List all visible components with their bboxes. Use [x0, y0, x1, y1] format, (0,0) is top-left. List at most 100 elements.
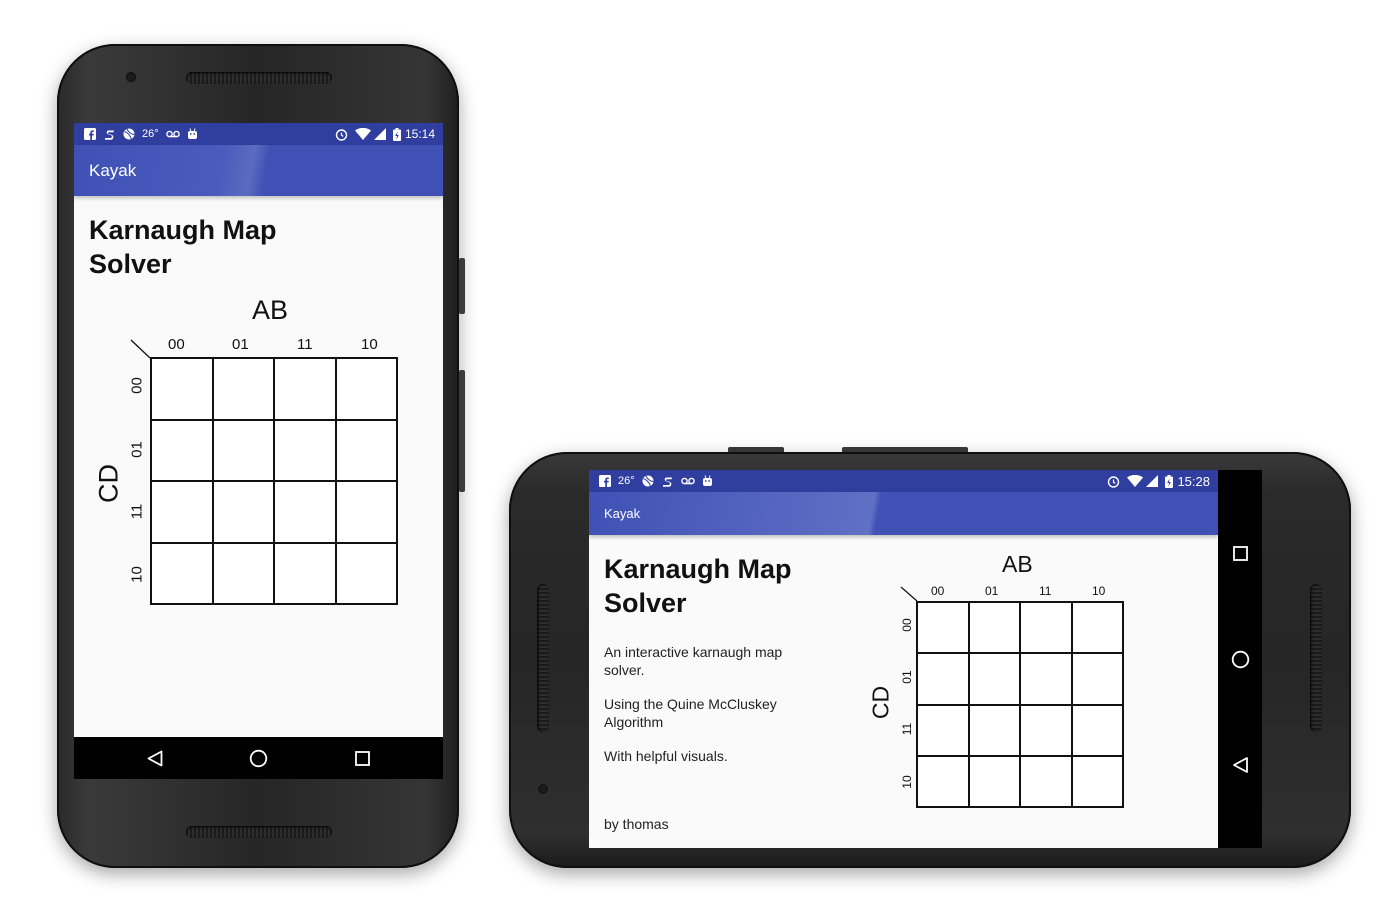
kmap-cell[interactable]: [1071, 653, 1123, 705]
home-icon[interactable]: [1231, 650, 1250, 669]
portrait-app-toolbar: Kayak: [74, 145, 443, 196]
kmap-col-label: 00: [168, 336, 185, 353]
kmap-row-label: 00: [128, 377, 146, 394]
kmap-row-label: 11: [128, 503, 146, 520]
app-title: Kayak: [604, 506, 641, 521]
kmap-cell[interactable]: [151, 481, 213, 543]
kmap-corner-divider: [130, 339, 151, 359]
page-title-line-2: Solver: [604, 587, 687, 618]
kmap-cell[interactable]: [968, 653, 1020, 705]
kmap-cell[interactable]: [968, 704, 1020, 756]
kmap-col-label: 01: [232, 336, 249, 353]
kmap-cell[interactable]: [1020, 653, 1072, 705]
kmap-column-variable: AB: [252, 295, 289, 325]
kmap-cell[interactable]: [1071, 602, 1123, 654]
kmap-row-label: 10: [128, 566, 146, 583]
status-time: 15:28: [1177, 473, 1210, 489]
recents-icon[interactable]: [355, 751, 370, 766]
kmap-cell[interactable]: [274, 481, 336, 543]
portrait-top-speaker: [186, 72, 332, 84]
kmap-cell[interactable]: [151, 542, 213, 604]
alarm-icon: [335, 128, 348, 141]
description-paragraph-2: Using the Quine McCluskey Algorithm: [604, 696, 777, 730]
kmap-cell[interactable]: [1071, 755, 1123, 807]
s-icon: [661, 475, 674, 488]
portrait-screen: 26° 15:14 Kayak Karnaugh Map Solver AB 0…: [74, 123, 443, 779]
ball-icon: [642, 475, 654, 487]
ball-icon: [123, 128, 135, 140]
s-icon: [103, 128, 116, 141]
signal-icon: [1146, 475, 1159, 487]
kmap-cell[interactable]: [274, 358, 336, 420]
kmap-row-label: 11: [900, 722, 914, 736]
kmap-col-label: 10: [361, 336, 378, 353]
portrait-volume-button: [459, 370, 465, 492]
portrait-power-button: [459, 258, 465, 314]
home-icon[interactable]: [249, 749, 268, 768]
kmap-cell[interactable]: [1020, 755, 1072, 807]
page-title: Karnaugh Map Solver: [89, 214, 277, 282]
kmap-cell[interactable]: [274, 542, 336, 604]
status-time: 15:14: [404, 127, 435, 141]
kmap-col-label: 11: [1039, 584, 1052, 598]
page-title-line-2: Solver: [89, 248, 172, 279]
signal-icon: [373, 128, 386, 140]
kmap-cell[interactable]: [968, 755, 1020, 807]
kmap-grid: [150, 357, 398, 605]
battery-charging-icon: [392, 127, 401, 141]
kmap-cell[interactable]: [274, 419, 336, 481]
kmap-cell[interactable]: [151, 358, 213, 420]
portrait-front-camera: [126, 72, 136, 82]
kmap-cell[interactable]: [335, 358, 397, 420]
kmap-cell[interactable]: [335, 542, 397, 604]
kmap-column-variable: AB: [1002, 551, 1033, 577]
kmap-cell[interactable]: [212, 481, 274, 543]
kmap-col-label: 01: [985, 584, 999, 598]
kmap-row-variable: CD: [93, 464, 124, 503]
facebook-icon: [599, 475, 611, 487]
kmap-cell[interactable]: [917, 704, 969, 756]
kmap-cell[interactable]: [212, 542, 274, 604]
alarm-icon: [1107, 475, 1120, 488]
kmap-corner-divider: [900, 586, 918, 602]
kmap-col-label: 11: [297, 336, 313, 353]
kmap-cell[interactable]: [151, 419, 213, 481]
kmap-cell[interactable]: [335, 481, 397, 543]
android-icon: [187, 128, 198, 140]
kmap-cell[interactable]: [212, 358, 274, 420]
back-icon[interactable]: [147, 750, 163, 767]
author-credit: by thomas: [604, 816, 669, 832]
kmap-col-label: 10: [1092, 584, 1106, 598]
voicemail-icon: [680, 477, 695, 485]
landscape-app-toolbar: Kayak: [589, 492, 1218, 535]
landscape-screen: 26° 15:28 Kayak Karnaugh Map Solver An i…: [589, 470, 1262, 848]
battery-charging-icon: [1165, 474, 1174, 488]
landscape-navigation-bar: [1218, 470, 1262, 848]
page-title-line-1: Karnaugh Map: [89, 215, 277, 245]
wifi-icon: [1127, 475, 1144, 487]
back-icon[interactable]: [1232, 757, 1249, 773]
kmap-cell[interactable]: [917, 755, 969, 807]
android-icon: [702, 475, 713, 487]
kmap-row-variable: CD: [867, 685, 894, 720]
kmap-cell[interactable]: [917, 653, 969, 705]
landscape-left-speaker: [537, 584, 549, 732]
voicemail-icon: [165, 130, 180, 138]
portrait-bottom-speaker: [186, 826, 332, 838]
kmap-row-label: 01: [900, 670, 914, 684]
facebook-icon: [84, 128, 96, 140]
landscape-right-speaker: [1310, 584, 1322, 732]
kmap-cell[interactable]: [1071, 704, 1123, 756]
kmap-cell[interactable]: [1020, 704, 1072, 756]
kmap-cell[interactable]: [1020, 602, 1072, 654]
kmap-cell[interactable]: [212, 419, 274, 481]
kmap-cell[interactable]: [335, 419, 397, 481]
page-title-line-1: Karnaugh Map: [604, 554, 792, 584]
status-temperature: 26°: [142, 128, 159, 140]
status-temperature: 26°: [618, 475, 635, 487]
recents-icon[interactable]: [1233, 546, 1248, 561]
wifi-icon: [354, 128, 371, 140]
kmap-cell[interactable]: [968, 602, 1020, 654]
landscape-status-bar: 26° 15:28: [589, 470, 1218, 492]
kmap-cell[interactable]: [917, 602, 969, 654]
